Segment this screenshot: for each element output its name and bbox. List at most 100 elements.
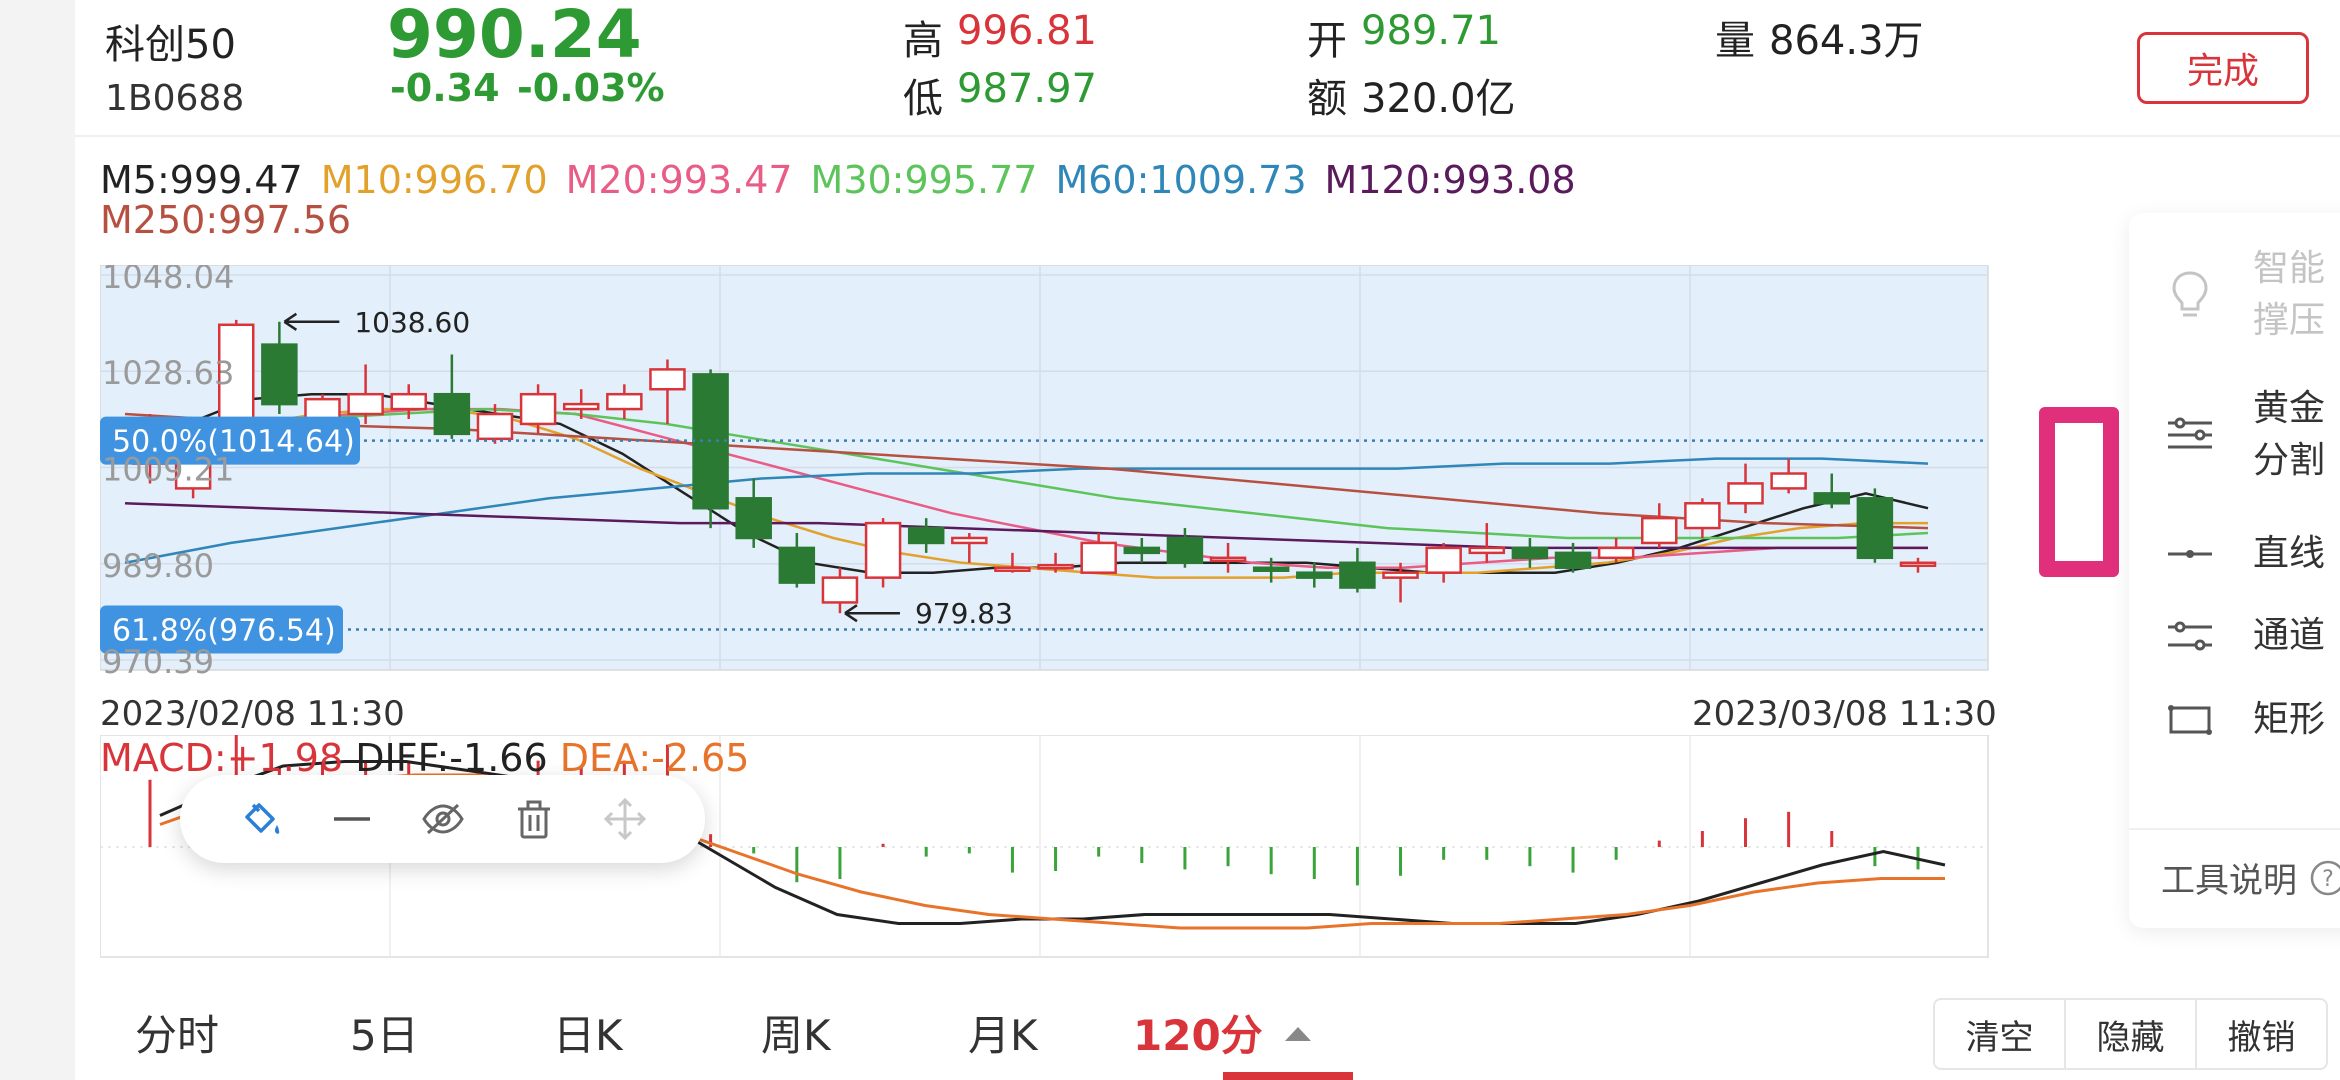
candle bbox=[562, 402, 600, 411]
clear-button[interactable]: 清空 bbox=[1935, 1000, 2066, 1068]
candle bbox=[1641, 516, 1678, 545]
drawing-actions: 清空 隐藏 撤销 bbox=[1933, 998, 2328, 1070]
tab-day-k[interactable]: 日K bbox=[553, 985, 623, 1080]
ma5-label: M5:999.47 bbox=[100, 158, 303, 202]
candle bbox=[649, 368, 686, 391]
channel-icon bbox=[2159, 605, 2221, 667]
tab-minute[interactable]: 分时 bbox=[135, 985, 219, 1080]
candle bbox=[433, 392, 471, 436]
side-panel-divider bbox=[2129, 828, 2340, 830]
candle bbox=[1209, 556, 1247, 563]
volume-label: 量 bbox=[1715, 18, 1755, 64]
drawing-tools-panel: 智能撑压 黄金分割 直线 通道 矩形 工具说明 ? bbox=[2129, 213, 2340, 928]
x-end-label: 2023/03/08 11:30 bbox=[1692, 694, 1997, 734]
candle bbox=[864, 521, 902, 579]
y-tick-label: 1048.04 bbox=[102, 265, 234, 296]
lightbulb-icon bbox=[2159, 264, 2221, 326]
tool-rectangle-label: 矩形 bbox=[2253, 699, 2326, 740]
tool-channel[interactable]: 通道 bbox=[2129, 605, 2340, 667]
candle bbox=[1770, 472, 1807, 490]
low-value: 987.97 bbox=[957, 66, 1097, 112]
ma-legend-row1: M5:999.47 M10:996.70 M20:993.47 M30:995.77 M… bbox=[100, 158, 1594, 202]
candle bbox=[821, 576, 859, 604]
price-change: -0.34 bbox=[390, 66, 500, 110]
candle bbox=[1727, 482, 1764, 505]
line-icon bbox=[2159, 523, 2221, 585]
high-label: 高 bbox=[903, 18, 943, 64]
candle bbox=[1296, 571, 1333, 579]
tool-rectangle[interactable]: 矩形 bbox=[2129, 689, 2340, 751]
amount-label: 额 bbox=[1307, 76, 1347, 122]
candle bbox=[261, 343, 298, 406]
golden-section-icon bbox=[2159, 404, 2221, 466]
tool-description-label: 工具说明 bbox=[2161, 861, 2297, 901]
caret-up-icon[interactable] bbox=[1283, 985, 1313, 1080]
max-annotation: 1038.60 bbox=[354, 306, 470, 339]
period-tabs: 分时 5日 日K 周K 月K 120分 bbox=[75, 985, 1955, 1080]
candle bbox=[347, 392, 384, 416]
tool-description-link[interactable]: 工具说明 ? bbox=[2161, 853, 2340, 902]
candle bbox=[1511, 546, 1549, 560]
open-label: 开 bbox=[1307, 18, 1347, 64]
header-divider bbox=[75, 135, 2340, 137]
tab-120min[interactable]: 120分 bbox=[1133, 985, 1263, 1080]
candle bbox=[1166, 536, 1204, 565]
drawing-panel-handle[interactable] bbox=[2039, 407, 2119, 577]
tool-channel-label: 通道 bbox=[2253, 615, 2326, 656]
y-tick-label: 1028.63 bbox=[102, 354, 234, 392]
candle bbox=[476, 412, 514, 441]
stock-code: 1B0688 bbox=[105, 78, 245, 119]
macd-value: MACD:+1.98 bbox=[100, 736, 344, 780]
move-icon bbox=[600, 794, 650, 844]
ma10-label: M10:996.70 bbox=[320, 158, 548, 202]
current-price: 990.24 bbox=[387, 0, 642, 73]
done-button[interactable]: 完成 bbox=[2137, 32, 2309, 104]
ma120-label: M120:993.08 bbox=[1324, 158, 1576, 202]
volume-value: 864.3万 bbox=[1769, 18, 1924, 64]
candle bbox=[1684, 502, 1721, 530]
candle bbox=[519, 392, 557, 426]
help-icon: ? bbox=[2309, 859, 2340, 897]
tool-golden-section[interactable]: 黄金分割 bbox=[2129, 383, 2340, 487]
candle bbox=[1554, 551, 1592, 569]
candle bbox=[390, 392, 427, 411]
ma250-label: M250:997.56 bbox=[100, 198, 352, 242]
candlestick-chart[interactable]: 50.0%(1014.64)61.8%(976.54)1048.041028.6… bbox=[100, 265, 2055, 685]
candle bbox=[1382, 571, 1419, 579]
tool-line[interactable]: 直线 bbox=[2129, 523, 2340, 585]
svg-text:?: ? bbox=[2322, 867, 2334, 892]
line-style-icon[interactable] bbox=[327, 794, 377, 844]
paint-bucket-icon[interactable] bbox=[236, 794, 286, 844]
ma-legend-row2: M250:997.56 bbox=[100, 198, 369, 242]
amount-value: 320.0亿 bbox=[1361, 76, 1516, 122]
y-tick-label: 989.80 bbox=[102, 547, 214, 585]
tab-month-k[interactable]: 月K bbox=[968, 985, 1038, 1080]
ma60-label: M60:1009.73 bbox=[1055, 158, 1307, 202]
tab-week-k[interactable]: 周K bbox=[761, 985, 831, 1080]
x-start-label: 2023/02/08 11:30 bbox=[100, 694, 405, 734]
hide-button[interactable]: 隐藏 bbox=[2066, 1000, 2197, 1068]
tab-5day[interactable]: 5日 bbox=[350, 985, 419, 1080]
candle bbox=[1080, 541, 1117, 574]
candle bbox=[1856, 497, 1894, 560]
tool-smart-support-label: 智能撑压 bbox=[2253, 248, 2326, 341]
y-tick-label: 970.39 bbox=[102, 643, 214, 681]
ma30-label: M30:995.77 bbox=[810, 158, 1038, 202]
price-change-pct: -0.03% bbox=[517, 66, 665, 110]
undo-button[interactable]: 撤销 bbox=[2197, 1000, 2326, 1068]
tool-smart-support[interactable]: 智能撑压 bbox=[2129, 243, 2340, 347]
candle bbox=[606, 392, 643, 411]
trash-icon[interactable] bbox=[509, 794, 559, 844]
eye-off-icon[interactable] bbox=[418, 794, 468, 844]
candle bbox=[907, 526, 945, 545]
candle bbox=[1252, 566, 1290, 572]
candle bbox=[735, 497, 772, 540]
open-value: 989.71 bbox=[1361, 8, 1501, 54]
rectangle-icon bbox=[2159, 689, 2221, 751]
candle bbox=[1037, 563, 1074, 570]
low-label: 低 bbox=[903, 76, 943, 122]
app-root: 科创50 1B0688 990.24 -0.34 -0.03% 高 996.81… bbox=[75, 0, 2340, 1080]
drawing-style-toolbar bbox=[180, 775, 705, 863]
candle bbox=[1339, 561, 1376, 589]
candle bbox=[778, 546, 816, 584]
